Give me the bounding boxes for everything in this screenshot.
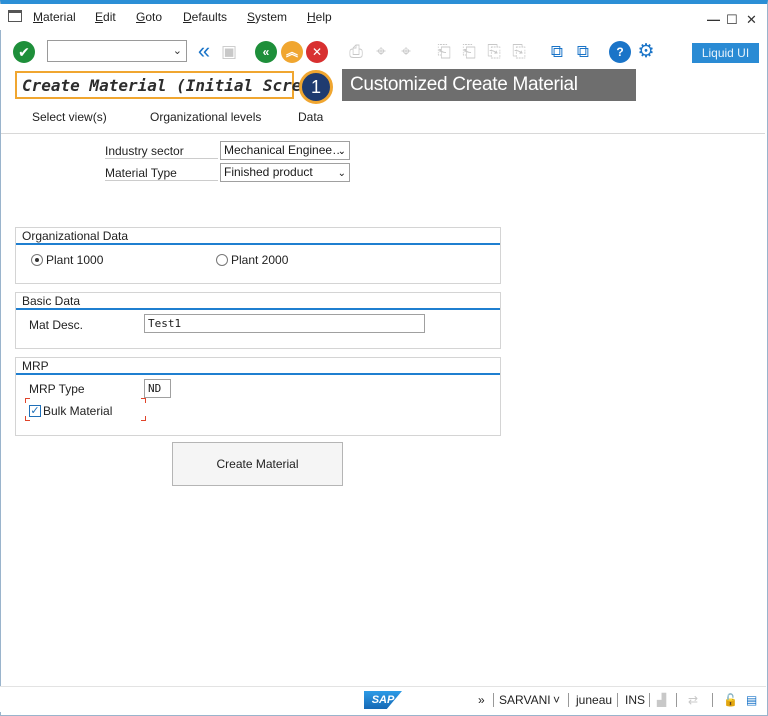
industry-sector-label: Industry sector <box>105 144 218 159</box>
focus-corner <box>25 398 30 403</box>
divider <box>493 693 494 707</box>
performance-icon: ▟ <box>657 693 667 707</box>
new-session-icon[interactable]: ⧉ <box>546 41 568 63</box>
group-underline <box>16 373 500 375</box>
divider <box>568 693 569 707</box>
title-highlight: Create Material (Initial Screen) <box>15 71 330 99</box>
client-name: juneau <box>576 693 613 707</box>
menu-system[interactable]: System <box>247 10 287 24</box>
material-type-select[interactable]: Finished product ⌄ <box>220 163 350 182</box>
select-views-button[interactable]: Select view(s) <box>32 110 107 124</box>
focus-corner <box>25 416 30 421</box>
system-user[interactable]: SARVANI <box>499 693 551 707</box>
material-type-label: Material Type <box>105 166 218 181</box>
mrp-type-input[interactable]: ND <box>144 379 171 398</box>
organizational-levels-button[interactable]: Organizational levels <box>150 110 261 124</box>
divider <box>676 693 677 707</box>
enter-icon[interactable]: ✔ <box>13 41 35 63</box>
expand-icon[interactable]: » <box>478 693 485 707</box>
gear-icon[interactable]: ⚙ <box>635 41 657 63</box>
bulk-material-checkbox[interactable]: ✓ <box>29 405 41 417</box>
last-page-icon[interactable]: ⎘ <box>508 41 530 63</box>
back-arrows-icon[interactable]: « <box>193 40 215 63</box>
divider <box>649 693 650 707</box>
data-button[interactable]: Data <box>298 110 323 124</box>
menu-material[interactable]: Material <box>33 10 76 24</box>
liquid-ui-button[interactable]: Liquid UI <box>692 43 759 63</box>
insert-mode[interactable]: INS <box>625 693 645 707</box>
menu-edit[interactable]: Edit <box>95 10 116 24</box>
previous-page-icon[interactable]: ⎗ <box>458 41 480 63</box>
standard-toolbar: ✔ ⌄ « ▣ « ︽ ✕ ⎙ ⌖ ⌖ ⎗ ⎗ ⎘ ⎘ ⧉ ⧉ ? ⚙ Liqu… <box>0 36 766 68</box>
cancel-icon[interactable]: ✕ <box>306 41 328 63</box>
group-underline <box>16 308 500 310</box>
basic-data-group: Basic Data Mat Desc. Test1 <box>15 292 501 349</box>
group-header: Organizational Data <box>22 229 129 243</box>
divider <box>617 693 618 707</box>
chevron-down-icon: ⌄ <box>337 168 346 179</box>
exit-icon[interactable]: ︽ <box>281 41 303 63</box>
back-icon[interactable]: « <box>255 41 277 63</box>
plant-1000-radio[interactable] <box>31 254 43 266</box>
bulk-material-label: Bulk Material <box>43 404 113 418</box>
find-icon[interactable]: ⌖ <box>370 41 392 63</box>
group-header: MRP <box>22 359 49 373</box>
menu-bar: Material Edit Goto Defaults System Help … <box>0 4 766 30</box>
create-material-button[interactable]: Create Material <box>172 442 343 486</box>
plant-2000-label: Plant 2000 <box>231 253 289 267</box>
command-field[interactable]: ⌄ <box>47 40 187 62</box>
maximize-icon[interactable]: ☐ <box>726 12 738 28</box>
layout-icon[interactable]: ▤ <box>746 693 757 707</box>
group-header: Basic Data <box>22 294 81 308</box>
plant-1000-label: Plant 1000 <box>46 253 104 267</box>
app-menu-icon[interactable] <box>8 10 22 22</box>
shortcut-icon[interactable]: ⧉ <box>572 41 594 63</box>
minimize-icon[interactable]: — <box>707 12 720 27</box>
callout-label: Customized Create Material screen <box>342 69 636 127</box>
sap-logo: SAP <box>364 691 402 709</box>
mrp-type-label: MRP Type <box>29 382 85 396</box>
plant-2000-radio[interactable] <box>216 254 228 266</box>
focus-corner <box>141 416 146 421</box>
step-badge: 1 <box>299 70 333 104</box>
mat-desc-input[interactable]: Test1 <box>144 314 425 333</box>
mrp-group: MRP MRP Type ND ✓ Bulk Material <box>15 357 501 436</box>
group-underline <box>16 243 500 245</box>
help-icon[interactable]: ? <box>609 41 631 63</box>
close-icon[interactable]: ✕ <box>746 12 757 28</box>
status-bar: SAP » SARVANI ˅ juneau INS ▟ ⇄ 🔓 ▤ <box>0 686 766 712</box>
chevron-down-icon: ⌄ <box>172 45 182 57</box>
focus-corner <box>141 398 146 403</box>
transfer-icon: ⇄ <box>688 693 699 707</box>
divider <box>1 133 765 134</box>
divider <box>712 693 713 707</box>
industry-sector-value: Mechanical Enginee… <box>224 143 345 157</box>
first-page-icon[interactable]: ⎗ <box>433 41 455 63</box>
print-icon[interactable]: ⎙ <box>345 41 367 63</box>
menu-goto[interactable]: Goto <box>136 10 162 24</box>
find-next-icon[interactable]: ⌖ <box>395 41 417 63</box>
organizational-data-group: Organizational Data Plant 1000 Plant 200… <box>15 227 501 284</box>
mat-desc-label: Mat Desc. <box>29 318 84 332</box>
chevron-down-icon: ⌄ <box>337 146 346 157</box>
menu-help[interactable]: Help <box>307 10 332 24</box>
lock-icon[interactable]: 🔓 <box>723 693 738 707</box>
industry-sector-select[interactable]: Mechanical Enginee… ⌄ <box>220 141 350 160</box>
page-title: Create Material (Initial Screen) <box>22 76 331 95</box>
next-page-icon[interactable]: ⎘ <box>483 41 505 63</box>
save-icon[interactable]: ▣ <box>218 41 240 63</box>
chevron-down-icon[interactable]: ˅ <box>553 693 560 707</box>
material-type-value: Finished product <box>224 165 313 179</box>
menu-defaults[interactable]: Defaults <box>183 10 227 24</box>
